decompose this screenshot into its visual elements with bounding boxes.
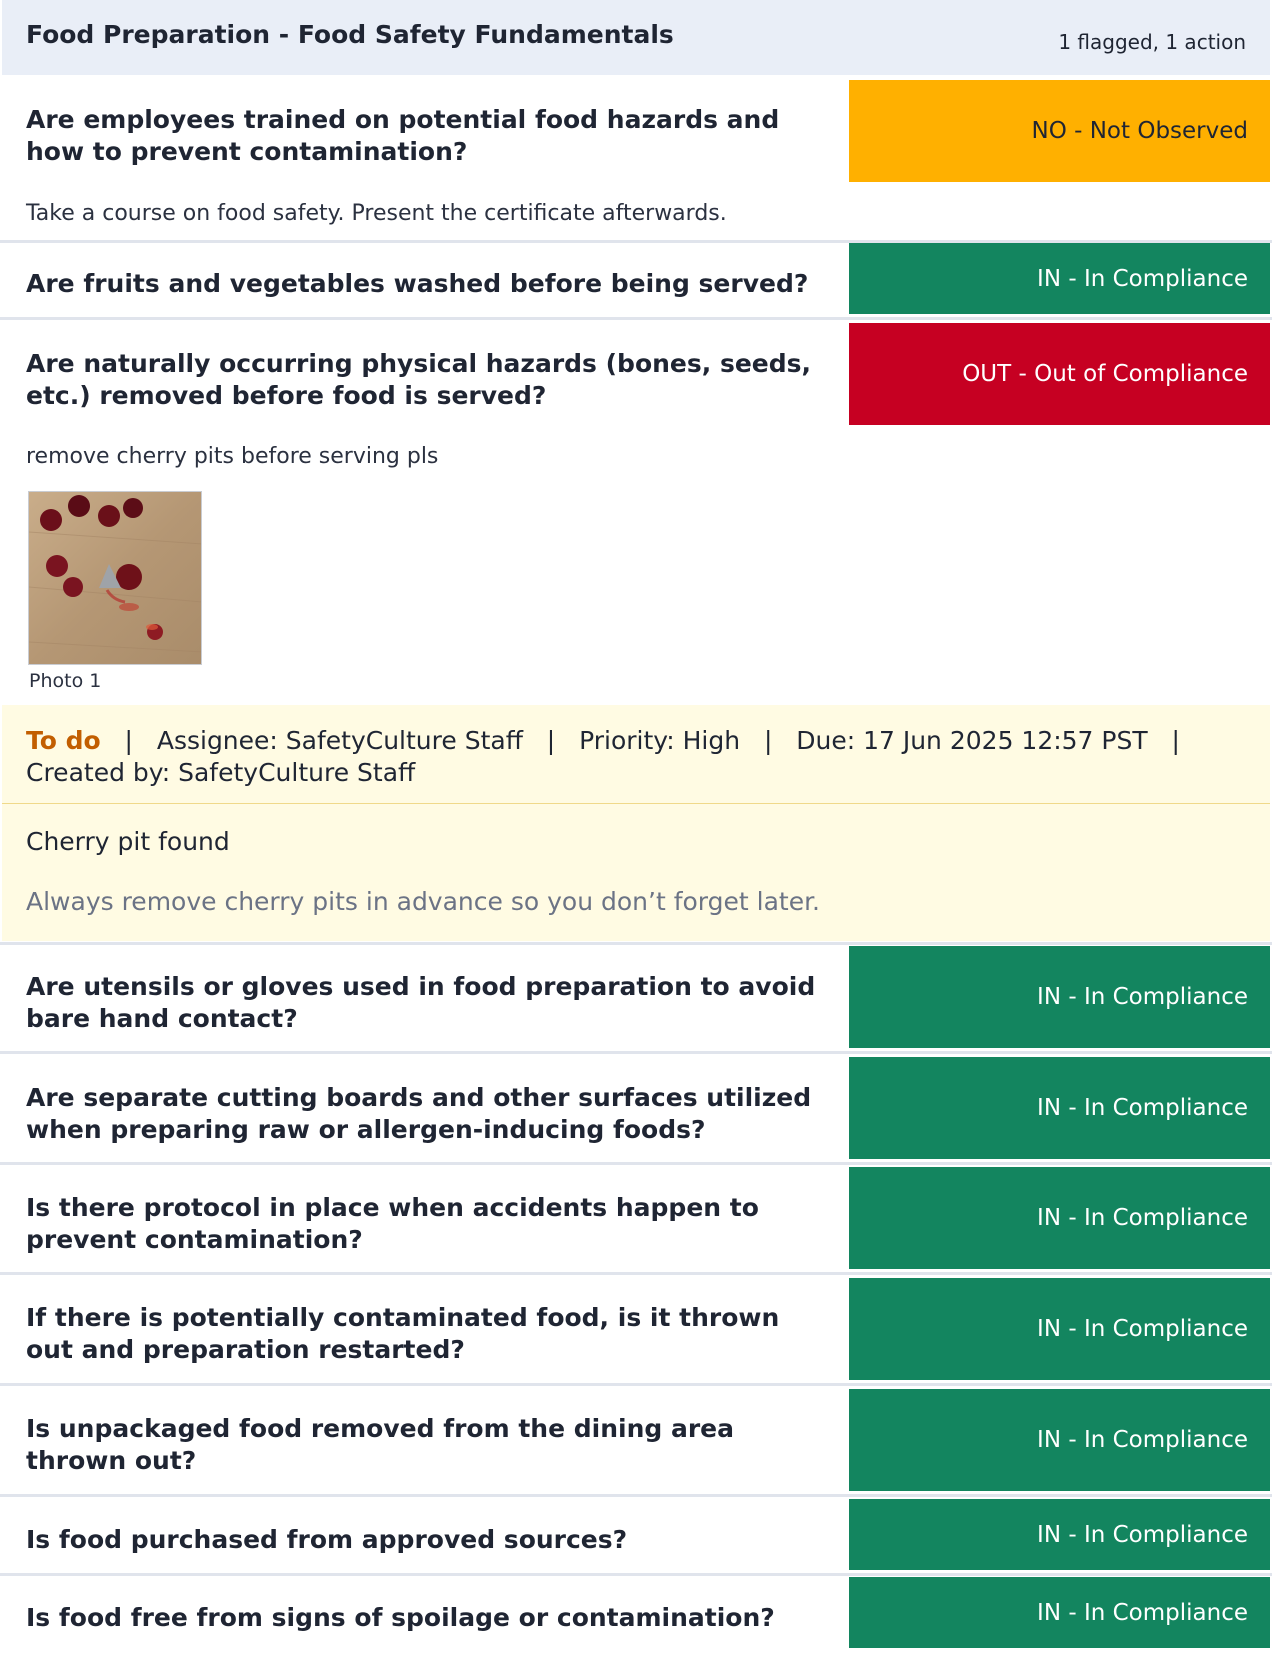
row-divider [0,942,1272,945]
question-text: Are naturally occurring physical hazards… [26,349,812,410]
question-text: Is there protocol in place when accident… [26,1193,759,1254]
answer-badge-in-compliance: IN - In Compliance [849,1389,1270,1491]
action-meta: To do | Assignee: SafetyCulture Staff | … [26,725,1256,789]
row-divider [0,1494,1272,1497]
question-text: Is food free from signs of spoilage or c… [26,1603,775,1632]
cherry-photo-image [29,492,201,664]
question-text: Is unpackaged food removed from the dini… [26,1414,734,1475]
row-divider [0,1383,1272,1386]
question-note: remove cherry pits before serving pls [26,444,439,469]
row-divider [0,317,1272,320]
action-title: Cherry pit found [26,827,230,856]
answer-badge-in-compliance: IN - In Compliance [849,243,1270,314]
question-text: Are separate cutting boards and other su… [26,1083,812,1144]
question-note: Take a course on food safety. Present th… [26,201,727,226]
row-divider [0,1272,1272,1275]
row-divider [0,1051,1272,1054]
question-text: Is food purchased from approved sources? [26,1525,628,1554]
action-priority: Priority: High [579,726,741,755]
section-header: Food Preparation - Food Safety Fundament… [2,0,1270,75]
section-title: Food Preparation - Food Safety Fundament… [26,20,674,49]
action-divider [2,803,1270,804]
question-text: Are employees trained on potential food … [26,105,780,166]
answer-badge-out-of-compliance: OUT - Out of Compliance [849,323,1270,425]
action-status: To do [26,726,101,755]
meta-separator: | [1171,726,1180,755]
row-divider [0,1573,1272,1576]
meta-separator: | [546,726,556,755]
answer-badge-in-compliance: IN - In Compliance [849,1057,1270,1159]
photo-caption: Photo 1 [29,670,102,692]
meta-separator: | [124,726,133,755]
answer-badge-in-compliance: IN - In Compliance [849,1167,1270,1269]
answer-badge-in-compliance: IN - In Compliance [849,1499,1270,1570]
cherry-pits-photo[interactable] [28,491,202,665]
action-assignee: Assignee: SafetyCulture Staff [156,726,523,755]
question-text: If there is potentially contaminated foo… [26,1303,780,1364]
answer-badge-not-observed: NO - Not Observed [849,80,1270,182]
answer-badge-in-compliance: IN - In Compliance [849,1577,1270,1648]
question-text: Are fruits and vegetables washed before … [26,269,809,298]
section-summary: 1 flagged, 1 action [1058,29,1246,54]
action-description: Always remove cherry pits in advance so … [26,887,821,916]
action-card[interactable]: To do | Assignee: SafetyCulture Staff | … [2,705,1270,941]
row-divider [0,1162,1272,1165]
answer-badge-in-compliance: IN - In Compliance [849,946,1270,1048]
action-created-by: Created by: SafetyCulture Staff [26,758,416,787]
question-text: Are utensils or gloves used in food prep… [26,972,816,1033]
answer-badge-in-compliance: IN - In Compliance [849,1278,1270,1380]
action-due: Due: 17 Jun 2025 12:57 PST [796,726,1148,755]
report-page: Food Preparation - Food Safety Fundament… [0,0,1272,1653]
